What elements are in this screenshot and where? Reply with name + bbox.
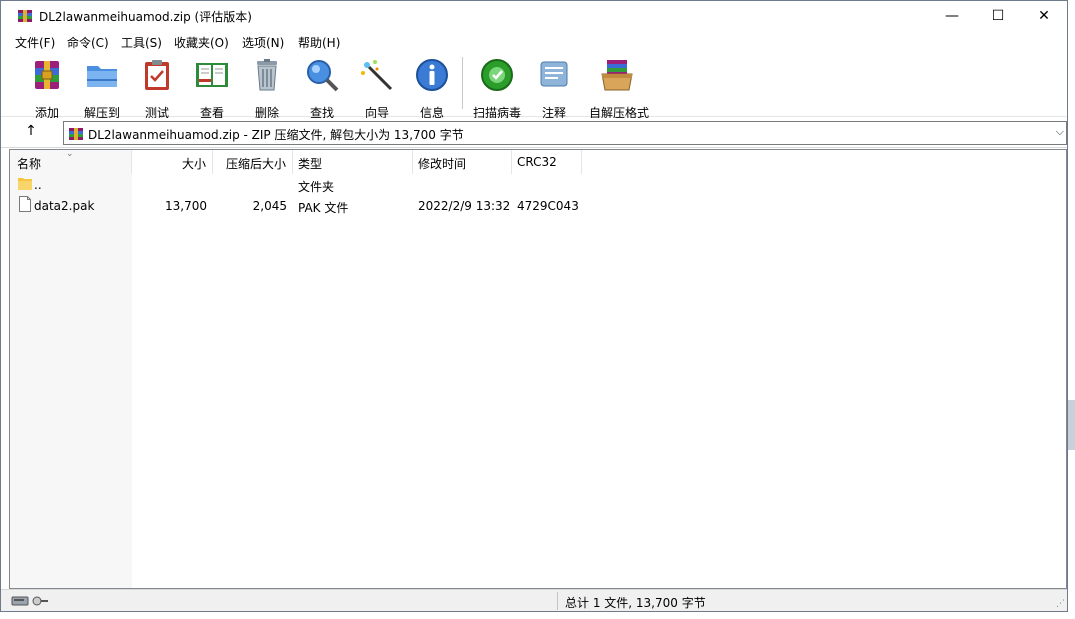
- delete-button[interactable]: 删除: [239, 57, 295, 120]
- menu-commands[interactable]: 命令(C): [67, 34, 109, 51]
- window-title: DL2lawanmeihuamod.zip (评估版本): [39, 10, 252, 24]
- winrar-add-icon: [35, 61, 59, 89]
- menu-bar: 文件(F) 命令(C) 工具(S) 收藏夹(O) 选项(N) 帮助(H): [1, 31, 1067, 51]
- menu-file[interactable]: 文件(F): [15, 34, 55, 51]
- book-view-icon: [196, 63, 228, 87]
- trash-icon: [257, 59, 277, 91]
- title-bar: DL2lawanmeihuamod.zip (评估版本) — ☐ ✕: [1, 1, 1067, 31]
- column-type[interactable]: 类型: [293, 150, 413, 174]
- file-list: 名称 ⌄ 大小 压缩后大小 类型 修改时间 CRC32 .. 文件夹 data2…: [9, 149, 1067, 589]
- background-window-edge: [1068, 400, 1075, 450]
- sfx-button[interactable]: 自解压格式: [589, 57, 649, 120]
- file-type: PAK 文件: [298, 201, 349, 215]
- file-icon: [19, 196, 31, 212]
- list-item[interactable]: data2.pak 13,700 2,045 PAK 文件 2022/2/9 1…: [10, 196, 1066, 216]
- file-crc: 4729C043: [517, 199, 579, 213]
- winrar-window: DL2lawanmeihuamod.zip (评估版本) — ☐ ✕ 文件(F)…: [0, 0, 1068, 612]
- menu-favorites[interactable]: 收藏夹(O): [174, 34, 229, 51]
- menu-options[interactable]: 选项(N): [242, 34, 284, 51]
- toolbar: 添加 解压到 测试 查看 删除 查找 向导 信息 扫描病毒 注释 自解压格式: [1, 51, 1067, 120]
- file-name: ..: [34, 178, 42, 192]
- folder-extract-icon: [87, 66, 117, 87]
- magic-wand-icon: [361, 60, 393, 91]
- extract-to-button[interactable]: 解压到: [74, 57, 130, 120]
- sort-indicator-icon: ⌄: [66, 149, 74, 159]
- info-icon: [416, 59, 448, 91]
- zip-archive-icon: [69, 128, 83, 140]
- drive-key-icon[interactable]: [11, 593, 51, 609]
- find-button[interactable]: 查找: [294, 57, 350, 120]
- folder-icon: [18, 178, 32, 190]
- address-bar[interactable]: DL2lawanmeihuamod.zip - ZIP 压缩文件, 解包大小为 …: [63, 121, 1067, 145]
- status-separator: [557, 592, 558, 610]
- up-arrow-icon[interactable]: ↑: [19, 123, 43, 143]
- toolbar-separator: [462, 57, 463, 109]
- chevron-down-icon[interactable]: ⌵: [1056, 125, 1064, 139]
- list-item[interactable]: .. 文件夹: [10, 175, 1066, 195]
- add-button[interactable]: 添加: [19, 57, 75, 120]
- sfx-box-icon: [601, 60, 633, 91]
- menu-tools[interactable]: 工具(S): [121, 34, 162, 51]
- test-button[interactable]: 测试: [129, 57, 185, 120]
- status-summary: 总计 1 文件, 13,700 字节: [565, 596, 706, 610]
- column-size[interactable]: 大小: [132, 150, 213, 174]
- file-name: data2.pak: [34, 199, 95, 213]
- close-button[interactable]: ✕: [1021, 1, 1067, 31]
- file-size: 13,700: [165, 199, 207, 213]
- column-packed-size[interactable]: 压缩后大小: [213, 150, 293, 174]
- address-row: ↑ DL2lawanmeihuamod.zip - ZIP 压缩文件, 解包大小…: [1, 118, 1067, 148]
- wizard-button[interactable]: 向导: [349, 57, 405, 120]
- status-bar: 总计 1 文件, 13,700 字节 ⋰: [1, 589, 1067, 611]
- winrar-app-icon: [18, 10, 32, 22]
- column-crc32[interactable]: CRC32: [512, 150, 582, 174]
- column-name[interactable]: 名称 ⌄: [10, 149, 132, 174]
- view-button[interactable]: 查看: [184, 57, 240, 120]
- file-modified: 2022/2/9 13:32: [418, 199, 511, 213]
- magnifier-icon: [307, 60, 339, 92]
- comment-icon: [540, 61, 568, 87]
- info-button[interactable]: 信息: [404, 57, 460, 120]
- minimize-button[interactable]: —: [929, 1, 975, 31]
- resize-grip-icon[interactable]: ⋰: [1056, 599, 1065, 609]
- file-type: 文件夹: [298, 180, 335, 194]
- virus-scan-button[interactable]: 扫描病毒: [469, 57, 525, 120]
- list-header: 名称 ⌄ 大小 压缩后大小 类型 修改时间 CRC32: [10, 149, 1066, 174]
- maximize-button[interactable]: ☐: [975, 1, 1021, 31]
- menu-help[interactable]: 帮助(H): [298, 34, 340, 51]
- column-name-label: 名称: [17, 157, 42, 171]
- comment-button[interactable]: 注释: [526, 57, 582, 120]
- column-modified[interactable]: 修改时间: [413, 150, 512, 174]
- clipboard-test-icon: [145, 60, 169, 90]
- virus-scan-icon: [481, 59, 513, 91]
- file-packed-size: 2,045: [252, 199, 287, 213]
- address-path: DL2lawanmeihuamod.zip - ZIP 压缩文件, 解包大小为 …: [88, 128, 464, 142]
